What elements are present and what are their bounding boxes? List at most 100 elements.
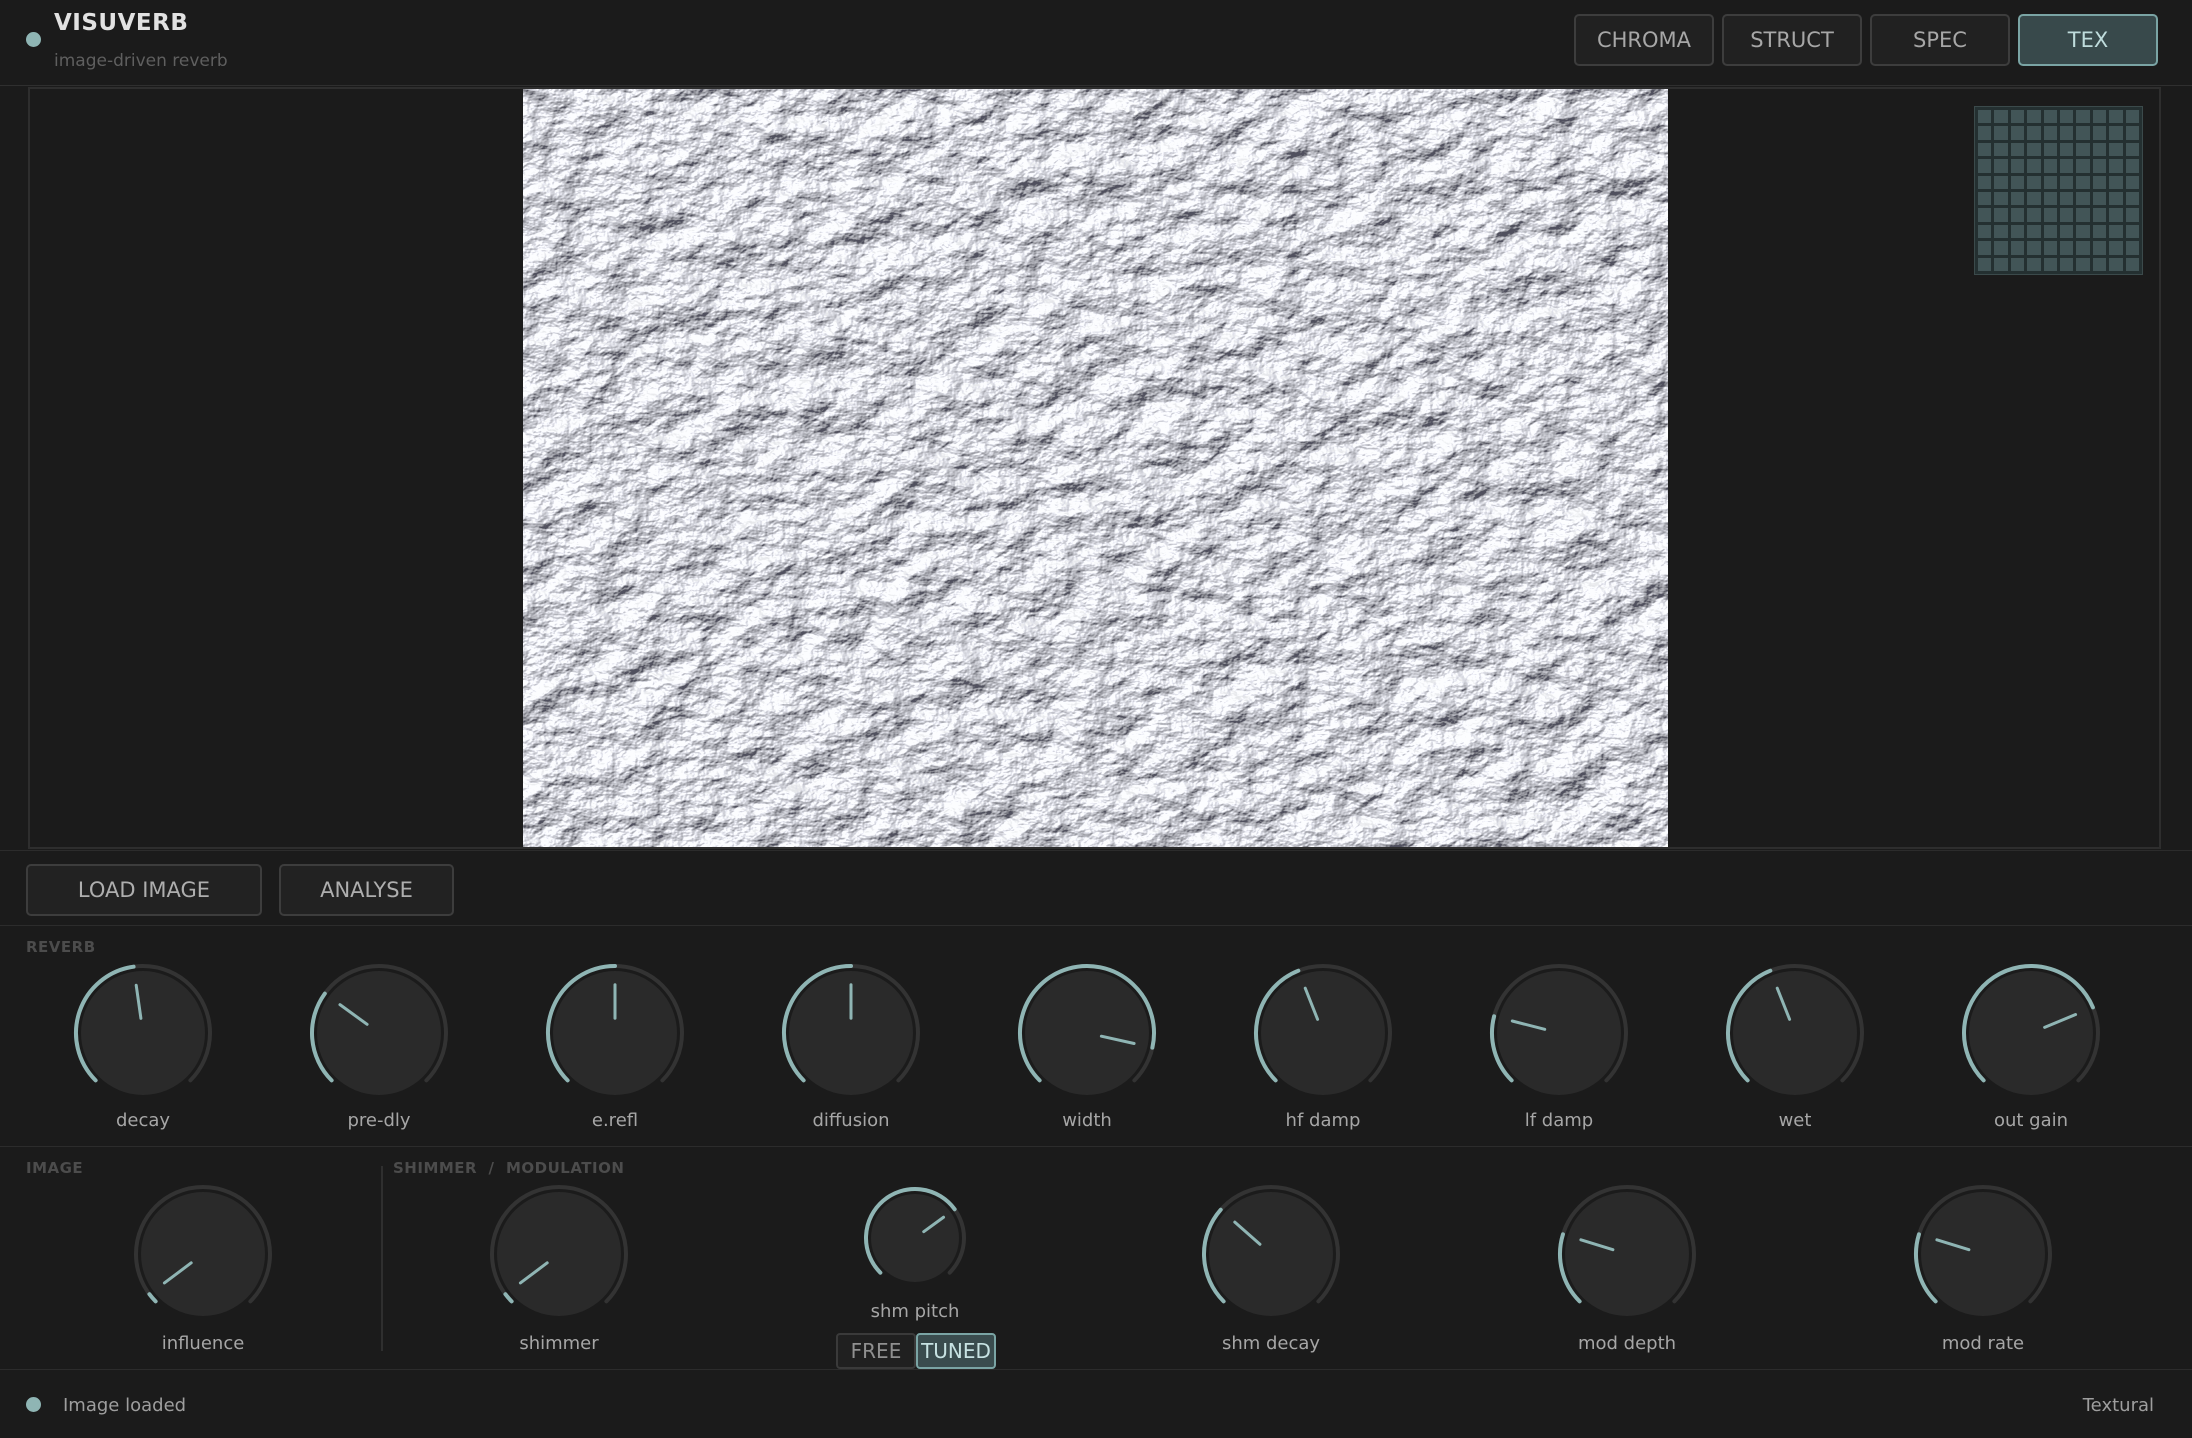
texture-grid-cell [1978, 241, 1992, 255]
tab-label: SPEC [1913, 28, 1967, 52]
texture-grid-cell [1994, 159, 2008, 173]
texture-grid-cell [2076, 159, 2090, 173]
load-image-button[interactable]: LOAD IMAGE [26, 864, 262, 916]
texture-grid-cell [2027, 142, 2041, 157]
texture-grid-cell [1978, 208, 1992, 222]
diffusion-knob[interactable] [781, 963, 921, 1103]
analyse-button[interactable]: ANALYSE [279, 864, 454, 916]
section-label-reverb: REVERB [26, 938, 96, 956]
texture-grid-cell [2076, 175, 2090, 189]
image-viewer[interactable] [28, 87, 2161, 849]
pitch-mode-tuned[interactable]: TUNED [916, 1333, 996, 1369]
width-label: width [1062, 1110, 1112, 1131]
texture-grid-cell [2010, 126, 2025, 140]
out-gain-knob[interactable] [1961, 963, 2101, 1103]
pitch-mode-free[interactable]: FREE [836, 1333, 916, 1369]
mod-depth-label: mod depth [1577, 1333, 1677, 1354]
texture-grid-cell [2010, 257, 2025, 271]
pre-dly-knob[interactable] [309, 963, 449, 1103]
texture-grid-cell [2109, 175, 2123, 189]
diffusion-label: diffusion [812, 1110, 890, 1131]
tab-label: TEX [2067, 28, 2109, 52]
status-bar: Image loaded Textural [0, 1371, 2192, 1438]
texture-grid-cell [2059, 208, 2074, 222]
texture-grid-cell [2109, 191, 2123, 206]
texture-grid-cell [2010, 191, 2025, 206]
texture-grid-cell [2043, 224, 2057, 239]
shm-decay-knob[interactable] [1201, 1184, 1341, 1324]
texture-grid-cell [1994, 257, 2008, 271]
shm-decay-label: shm decay [1221, 1333, 1321, 1354]
texture-grid-cell [1994, 110, 2008, 124]
texture-grid-cell [2076, 142, 2090, 157]
e-refl-knob[interactable] [545, 963, 685, 1103]
texture-grid-cell [2092, 191, 2107, 206]
texture-grid-cell [2043, 159, 2057, 173]
texture-grid-cell [2043, 110, 2057, 124]
texture-grid-cell [2010, 142, 2025, 157]
texture-grid-cell [1978, 191, 1992, 206]
texture-grid-cell [2027, 110, 2041, 124]
wet-knob[interactable] [1725, 963, 1865, 1103]
texture-grid-thumbnail [1974, 106, 2143, 275]
texture-grid-cell [2125, 257, 2139, 271]
decay-label: decay [115, 1110, 171, 1131]
texture-grid-cell [2027, 191, 2041, 206]
texture-grid-cell [2043, 175, 2057, 189]
texture-grid-cell [2076, 191, 2090, 206]
texture-grid-cell [2076, 110, 2090, 124]
button-label: LOAD IMAGE [77, 878, 211, 902]
texture-grid-cell [2109, 126, 2123, 140]
texture-grid-cell [1978, 110, 1992, 124]
texture-grid-cell [2125, 241, 2139, 255]
mod-depth-knob[interactable] [1557, 1184, 1697, 1324]
texture-grid-cell [2076, 224, 2090, 239]
tab-label: CHROMA [1596, 28, 1692, 52]
wet-label: wet [1778, 1110, 1812, 1131]
tab-tex[interactable]: TEX [2018, 14, 2158, 66]
texture-grid-cell [2059, 159, 2074, 173]
texture-grid-cell [2092, 208, 2107, 222]
texture-grid-cell [2076, 257, 2090, 271]
texture-grid-cell [2092, 110, 2107, 124]
tab-spec[interactable]: SPEC [1870, 14, 2010, 66]
texture-grid-cell [2059, 224, 2074, 239]
texture-grid-cell [2027, 224, 2041, 239]
texture-grid-cell [2092, 241, 2107, 255]
reverb-section: REVERB decay pre-dly e.refl diffusion wi… [0, 927, 2192, 1147]
lf-damp-knob[interactable] [1489, 963, 1629, 1103]
tab-struct[interactable]: STRUCT [1722, 14, 1862, 66]
hf-damp-knob[interactable] [1253, 963, 1393, 1103]
texture-grid-cell [1978, 159, 1992, 173]
texture-grid-cell [2010, 208, 2025, 222]
texture-grid-cell [2059, 142, 2074, 157]
shm-pitch-knob[interactable] [863, 1186, 967, 1290]
texture-grid-cell [2059, 175, 2074, 189]
texture-grid-cell [2109, 257, 2123, 271]
texture-grid-cell [1994, 208, 2008, 222]
decay-knob[interactable] [73, 963, 213, 1103]
width-knob[interactable] [1017, 963, 1157, 1103]
loaded-image [523, 89, 1668, 847]
shimmer-knob[interactable] [489, 1184, 629, 1324]
texture-grid-cell [2092, 159, 2107, 173]
texture-grid-cell [2076, 126, 2090, 140]
influence-knob[interactable] [133, 1184, 273, 1324]
image-shimmer-section: IMAGE SHIMMER / MODULATION influence shi… [0, 1148, 2192, 1370]
texture-grid-cell [2076, 208, 2090, 222]
segment-label: FREE [850, 1339, 902, 1363]
texture-grid-cell [1994, 175, 2008, 189]
texture-grid-cell [2043, 191, 2057, 206]
texture-grid-cell [2125, 142, 2139, 157]
tab-chroma[interactable]: CHROMA [1574, 14, 1714, 66]
texture-grid-cell [1994, 241, 2008, 255]
texture-grid-cell [1978, 175, 1992, 189]
influence-label: influence [161, 1333, 245, 1354]
shimmer-label: shimmer [519, 1333, 599, 1354]
texture-grid-cell [1994, 191, 2008, 206]
status-text: Image loaded [63, 1395, 187, 1416]
mod-rate-knob[interactable] [1913, 1184, 2053, 1324]
texture-grid-cell [2109, 241, 2123, 255]
texture-grid-cell [2109, 159, 2123, 173]
texture-grid-cell [2125, 175, 2139, 189]
